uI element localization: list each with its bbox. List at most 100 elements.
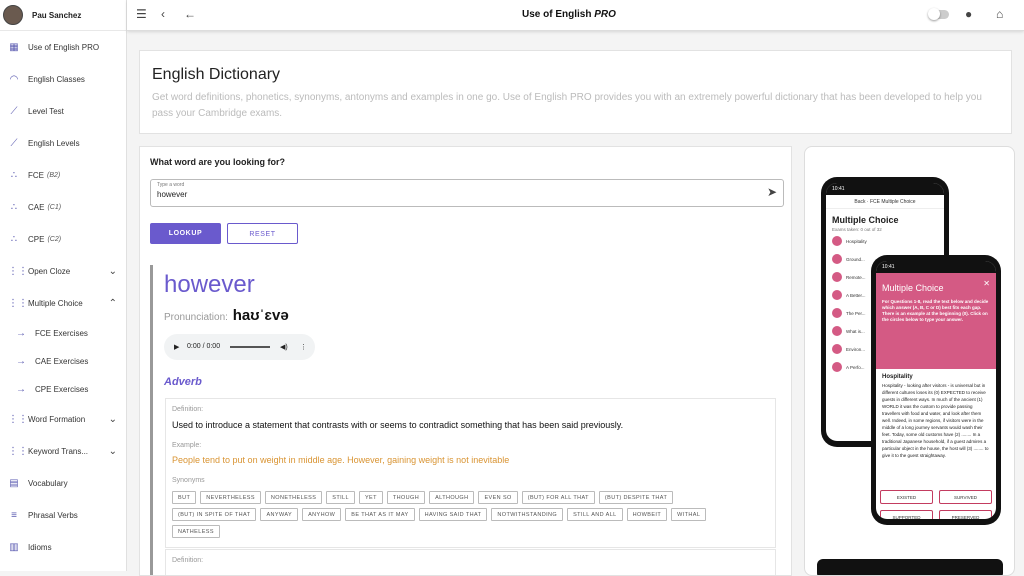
phone-option: SUPPORTED xyxy=(880,510,933,519)
exam-dot-icon xyxy=(832,362,842,372)
close-icon: ✕ xyxy=(983,279,990,288)
sidebar-item-level-test[interactable]: ⟋ Level Test xyxy=(0,95,126,127)
synonyms-list: BUT NEVERTHELESS NONETHELESS STILL YET THOUGH… xyxy=(172,491,732,538)
synonym-chip[interactable]: NEVERTHELESS xyxy=(200,491,261,504)
phone-list-title: Multiple Choice xyxy=(832,215,899,225)
sidebar-item-cae-exercises[interactable]: → CAE Exercises xyxy=(0,347,126,375)
exam-dot-icon xyxy=(832,290,842,300)
volume-icon[interactable]: ◀) xyxy=(280,343,288,351)
dark-mode-toggle[interactable] xyxy=(928,8,949,20)
synonym-chip[interactable]: HAVING SAID THAT xyxy=(418,508,488,521)
phonetic: haʊˈɛvə xyxy=(232,307,289,324)
audio-seek-bar[interactable] xyxy=(230,346,270,348)
synonym-chip[interactable]: (BUT) IN SPITE OF THAT xyxy=(172,508,257,521)
sidebar-item-fce[interactable]: ∴ FCE (B2) xyxy=(0,159,126,191)
reset-button[interactable]: RESET xyxy=(227,223,298,244)
app-title: Use of English PRO xyxy=(522,9,616,20)
more-icon[interactable]: ⋮ xyxy=(300,343,307,351)
synonym-chip[interactable]: ANYWAY xyxy=(260,508,299,521)
user-icon[interactable]: ● xyxy=(965,7,972,21)
user-header[interactable]: Pau Sanchez xyxy=(0,0,126,31)
synonym-chip[interactable]: (BUT) FOR ALL THAT xyxy=(521,491,595,504)
phone-modal-text: For Questions 1-8, read the text below a… xyxy=(882,299,989,322)
audio-player[interactable]: ▶ 0:00 / 0:00 ◀) ⋮ xyxy=(164,334,315,360)
sidebar-item-open-cloze[interactable]: ⋮⋮ Open Cloze ⌄ xyxy=(0,255,126,287)
audio-time: 0:00 / 0:00 xyxy=(187,343,221,350)
hero-card: English Dictionary Get word definitions,… xyxy=(139,50,1012,134)
chevron-down-icon[interactable]: ⌄ xyxy=(109,446,117,457)
synonym-chip[interactable]: EVEN SO xyxy=(478,491,518,504)
chevron-down-icon[interactable]: ⌄ xyxy=(109,414,117,425)
send-icon[interactable]: ➤ xyxy=(767,185,777,199)
avatar[interactable] xyxy=(3,5,23,25)
bubbles-icon: ∴ xyxy=(10,233,18,245)
trend-icon: ⟋ xyxy=(10,105,18,117)
page-description: Get word definitions, phonetics, synonym… xyxy=(152,92,982,119)
apps-icon: ⋮⋮ xyxy=(8,265,28,277)
word-field-label: Type a word xyxy=(157,182,185,188)
level-badge: (B2) xyxy=(47,171,61,179)
user-name: Pau Sanchez xyxy=(32,10,82,20)
synonym-chip[interactable]: ANYHOW xyxy=(302,508,342,521)
sidebar-item-word-formation[interactable]: ⋮⋮ Word Formation ⌄ xyxy=(0,403,126,435)
sidebar-item-use-of-english-pro[interactable]: ▦ Use of English PRO xyxy=(0,31,126,63)
synonym-chip[interactable]: HOWBEIT xyxy=(626,508,668,521)
synonym-chip[interactable]: YET xyxy=(358,491,383,504)
synonym-chip[interactable]: ALTHOUGH xyxy=(429,491,475,504)
sidebar-item-english-classes[interactable]: ◠ English Classes xyxy=(0,63,126,95)
chevron-down-icon[interactable]: ⌄ xyxy=(109,266,117,277)
word-field[interactable]: Type a word however ➤ xyxy=(150,179,784,207)
sidebar-item-label: English Levels xyxy=(28,138,80,148)
synonym-chip[interactable]: (BUT) DESPITE THAT xyxy=(598,491,674,504)
sidebar-item-idioms[interactable]: ▥ Idioms xyxy=(0,531,126,563)
home-icon[interactable]: ⌂ xyxy=(996,7,1003,21)
chevron-up-icon[interactable]: ⌃ xyxy=(109,298,117,309)
dictionary-entry: however Pronunciation: haʊˈɛvə ▶ 0:00 / … xyxy=(150,265,781,575)
synonym-chip[interactable]: BUT xyxy=(172,491,197,504)
sidebar-item-label: Multiple Choice xyxy=(28,298,83,308)
menu-icon[interactable]: ☰ xyxy=(136,7,147,21)
sidebar-item-keyword-trans[interactable]: ⋮⋮ Keyword Trans... ⌄ xyxy=(0,435,126,467)
app-promo-card[interactable]: 10:41 Back · FCE Multiple Choice Multipl… xyxy=(804,146,1015,576)
synonym-chip[interactable]: NOTWITHSTANDING xyxy=(491,508,564,521)
synonym-chip[interactable]: WITHAL xyxy=(671,508,707,521)
play-icon[interactable]: ▶ xyxy=(174,343,179,351)
synonym-chip[interactable]: STILL AND ALL xyxy=(567,508,623,521)
phone-passage-title: Hospitality xyxy=(882,374,913,380)
phone-exam-label: Hospitality xyxy=(846,238,867,244)
sidebar-item-english-levels[interactable]: ⟋ English Levels xyxy=(0,127,126,159)
sidebar-item-label: Vocabulary xyxy=(28,478,68,488)
synonym-chip[interactable]: STILL xyxy=(326,491,355,504)
back-arrow-icon[interactable]: ← xyxy=(184,7,196,21)
phone-option: EXISTED xyxy=(880,490,933,504)
phone-mockup-front: 10:41 Multiple Choice ✕ For Questions 1-… xyxy=(871,255,1001,525)
sidebar-item-multiple-choice[interactable]: ⋮⋮ Multiple Choice ⌃ xyxy=(0,287,126,319)
phone-modal-title: Multiple Choice xyxy=(882,283,944,293)
sidebar-item-cpe[interactable]: ∴ CPE (C2) xyxy=(0,223,126,255)
example-text: People tend to put on weight in middle a… xyxy=(172,455,510,465)
sidebar-item-vocabulary[interactable]: ▤ Vocabulary xyxy=(0,467,126,499)
synonym-chip[interactable]: BE THAT AS IT MAY xyxy=(345,508,415,521)
arrow-icon: → xyxy=(16,383,26,395)
phone-exam-label: Environ... xyxy=(846,346,866,352)
word-input-value[interactable]: however xyxy=(157,190,187,199)
sidebar-item-fce-exercises[interactable]: → FCE Exercises xyxy=(0,319,126,347)
definition-text: Used to introduce a statement that contr… xyxy=(172,420,624,430)
chevron-left-icon[interactable]: ‹ xyxy=(161,7,165,21)
headphones-icon: ◠ xyxy=(9,73,19,85)
store-badge[interactable] xyxy=(817,559,1003,575)
sidebar-item-label: CPE xyxy=(28,234,45,244)
sidebar-item-label: CAE Exercises xyxy=(35,356,89,366)
sidebar-item-label: FCE Exercises xyxy=(35,328,88,338)
grid-icon: ▦ xyxy=(9,41,19,53)
synonym-chip[interactable]: THOUGH xyxy=(386,491,426,504)
sidebar-item-cae[interactable]: ∴ CAE (C1) xyxy=(0,191,126,223)
sidebar-item-collocations[interactable]: ≣Collocations xyxy=(0,563,126,571)
sidebar-item-phrasal-verbs[interactable]: ≡ Phrasal Verbs xyxy=(0,499,126,531)
lookup-button[interactable]: LOOKUP xyxy=(150,223,221,244)
sidebar-item-cpe-exercises[interactable]: → CPE Exercises xyxy=(0,375,126,403)
definition-label: Definition: xyxy=(172,557,204,564)
example-label: Example: xyxy=(172,442,202,449)
synonym-chip[interactable]: NATHELESS xyxy=(172,525,220,538)
synonym-chip[interactable]: NONETHELESS xyxy=(264,491,323,504)
